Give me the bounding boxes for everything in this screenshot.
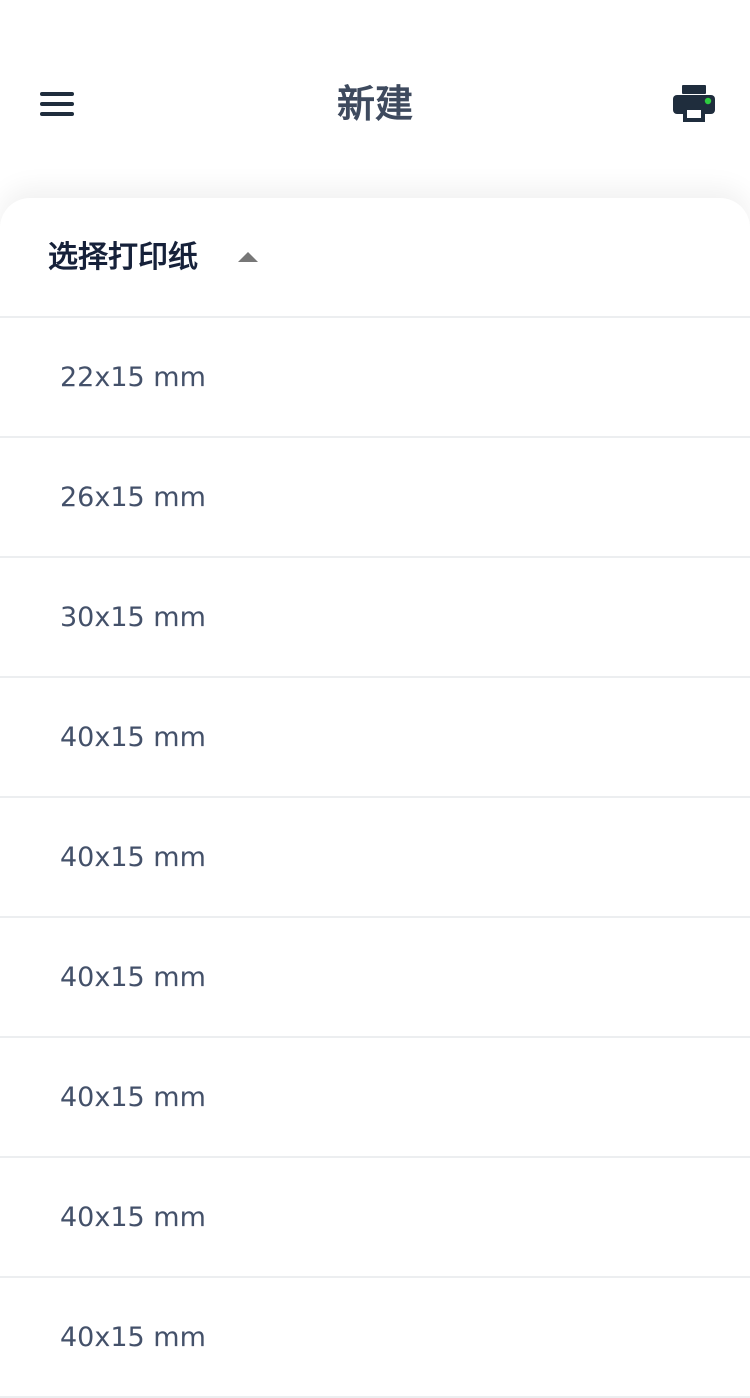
paper-size-item[interactable]: 22x15 mm bbox=[0, 318, 750, 438]
paper-size-item[interactable]: 40x15 mm bbox=[0, 798, 750, 918]
paper-size-label: 22x15 mm bbox=[60, 362, 206, 393]
paper-size-label: 40x15 mm bbox=[60, 1202, 206, 1233]
printer-status-dot bbox=[704, 97, 712, 105]
paper-size-item[interactable]: 40x15 mm bbox=[0, 1158, 750, 1278]
page-title: 新建 bbox=[336, 82, 413, 126]
paper-size-label: 40x15 mm bbox=[60, 1322, 206, 1353]
paper-size-item[interactable]: 40x15 mm bbox=[0, 1038, 750, 1158]
paper-size-item[interactable]: 30x15 mm bbox=[0, 558, 750, 678]
paper-size-label: 40x15 mm bbox=[60, 842, 206, 873]
paper-size-label: 40x15 mm bbox=[60, 962, 206, 993]
printer-icon[interactable] bbox=[670, 82, 718, 126]
paper-size-item[interactable]: 40x15 mm bbox=[0, 678, 750, 798]
paper-select-dropdown[interactable]: 选择打印纸 bbox=[0, 198, 750, 318]
paper-size-item[interactable]: 40x15 mm bbox=[0, 1278, 750, 1398]
paper-select-panel: 选择打印纸 22x15 mm 26x15 mm 30x15 mm 40x15 m… bbox=[0, 198, 750, 1398]
paper-size-label: 30x15 mm bbox=[60, 602, 206, 633]
caret-up-icon bbox=[238, 252, 258, 262]
paper-size-label: 40x15 mm bbox=[60, 722, 206, 753]
paper-size-label: 40x15 mm bbox=[60, 1082, 206, 1113]
paper-select-label: 选择打印纸 bbox=[48, 240, 198, 275]
paper-size-label: 26x15 mm bbox=[60, 482, 206, 513]
app-header: 新建 bbox=[0, 0, 750, 198]
paper-size-list: 22x15 mm 26x15 mm 30x15 mm 40x15 mm 40x1… bbox=[0, 318, 750, 1398]
paper-size-item[interactable]: 26x15 mm bbox=[0, 438, 750, 558]
paper-size-item[interactable]: 40x15 mm bbox=[0, 918, 750, 1038]
